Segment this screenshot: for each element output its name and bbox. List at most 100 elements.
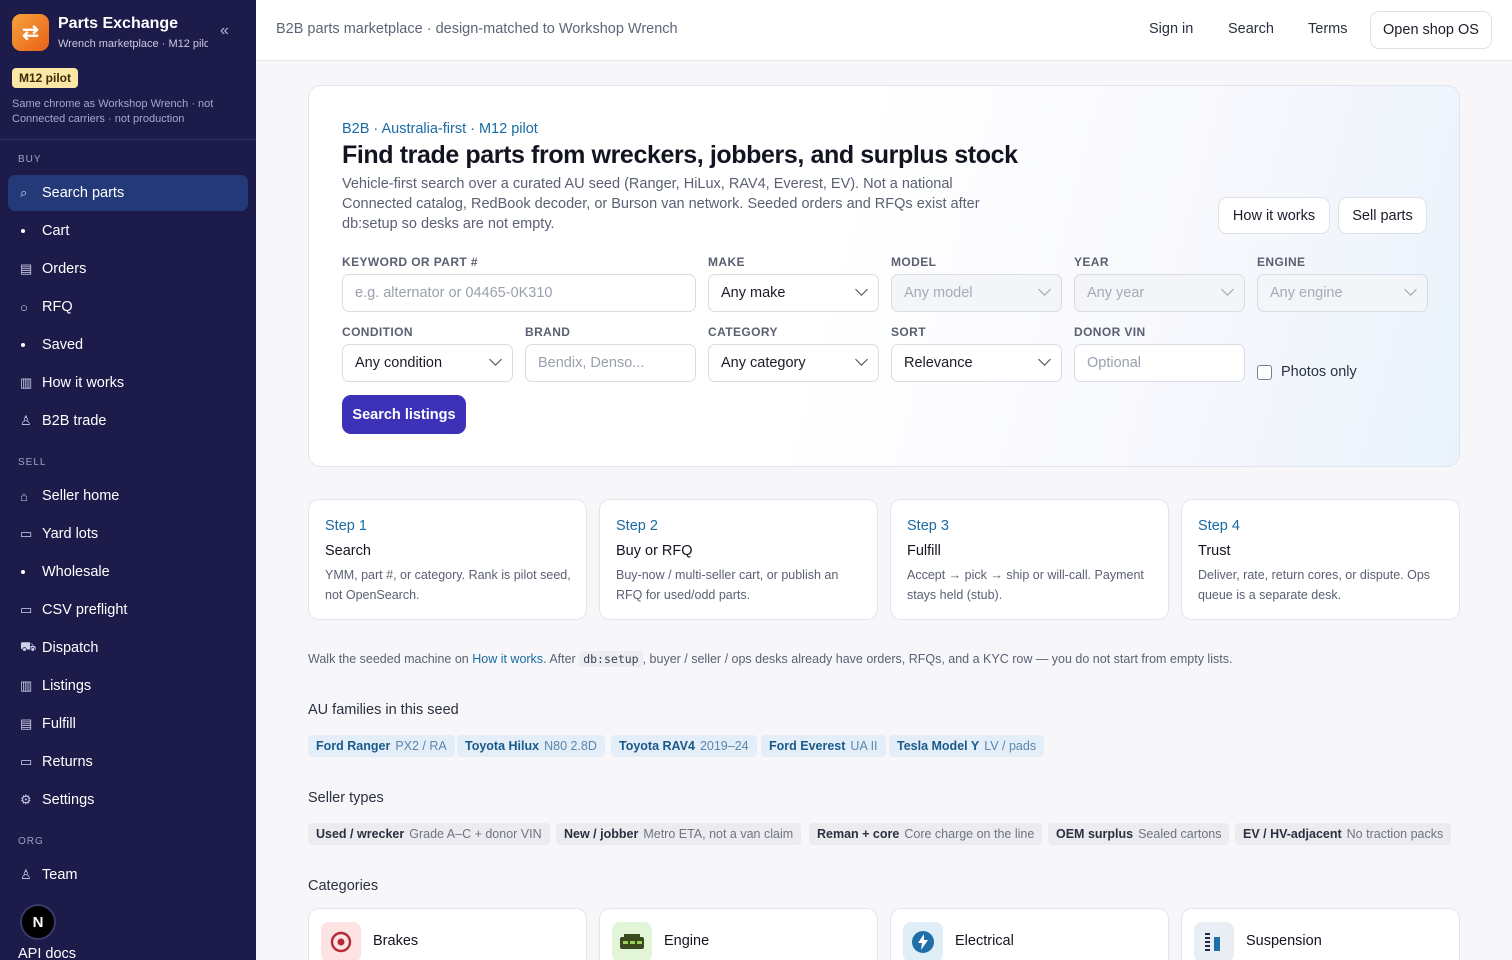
chip-name: Ford Everest: [769, 739, 846, 753]
chip-detail: 2019–24: [699, 739, 749, 753]
sort-label: SORT: [891, 325, 926, 339]
category-select[interactable]: Any category: [708, 344, 879, 382]
sidebar-item-csv-preflight[interactable]: ▭ CSV preflight: [8, 592, 248, 628]
model-select[interactable]: Any model: [891, 274, 1062, 312]
sidebar-item-settings[interactable]: ⚙ Settings: [8, 782, 248, 818]
make-select[interactable]: Any make: [708, 274, 879, 312]
category-card-brakes[interactable]: Brakes: [308, 908, 587, 960]
sidebar-item-label: Settings: [42, 792, 95, 808]
sell-parts-button[interactable]: Sell parts: [1338, 197, 1427, 234]
search-icon: ⌕: [20, 185, 28, 200]
brand-title: Parts Exchange: [58, 15, 179, 32]
photos-only-label[interactable]: Photos only: [1281, 364, 1357, 380]
chip-name: EV / HV-adjacent: [1243, 827, 1342, 841]
donor-vin-label: DONOR VIN: [1074, 325, 1146, 339]
how-it-works-button[interactable]: How it works: [1218, 197, 1330, 234]
step-description: Buy-now / multi-seller cart, or publish …: [616, 568, 839, 602]
chip-name: Reman + core: [817, 827, 900, 841]
avatar[interactable]: N: [20, 904, 56, 940]
family-chip[interactable]: Tesla Model Y LV / pads: [889, 735, 1045, 757]
chip-detail: Metro ETA, not a van claim: [643, 827, 794, 841]
step-number: Step 1: [325, 518, 367, 534]
sidebar-item-label: Listings: [42, 678, 92, 694]
chevron-down-icon: [1404, 283, 1417, 296]
dot-icon: [20, 570, 42, 574]
hero-eyebrow: B2B · Australia-first · M12 pilot: [342, 121, 538, 137]
category-card-engine[interactable]: Engine: [599, 908, 878, 960]
sidebar-item-wholesale[interactable]: Wholesale: [8, 554, 248, 590]
chip-detail: N80 2.8D: [544, 739, 597, 753]
sidebar-item-label: Orders: [42, 261, 87, 277]
sidebar-item-label: RFQ: [42, 299, 73, 315]
pilot-badge: M12 pilot: [12, 68, 79, 88]
condition-select[interactable]: Any condition: [342, 344, 513, 382]
condition-label: CONDITION: [342, 325, 413, 339]
category-label: CATEGORY: [708, 325, 778, 339]
seller-type-chip: Reman + core Core charge on the line: [809, 823, 1043, 845]
engine-select[interactable]: Any engine: [1257, 274, 1428, 312]
chip-name: Toyota Hilux: [465, 739, 540, 753]
sidebar-item-rfq[interactable]: ○ RFQ: [8, 289, 248, 325]
category-card-suspension[interactable]: Suspension: [1181, 908, 1460, 960]
condition-value: Any condition: [355, 355, 443, 371]
exchange-logo-icon: ⇄: [12, 14, 49, 51]
family-chip[interactable]: Ford Ranger PX2 / RA: [308, 735, 455, 757]
sidebar-item-label: Dispatch: [42, 640, 99, 656]
sort-value: Relevance: [904, 355, 973, 371]
category-name: Brakes: [373, 933, 419, 949]
sidebar-item-dispatch[interactable]: ⛟ Dispatch: [8, 630, 248, 666]
sidebar-item-orders[interactable]: ▤ Orders: [8, 251, 248, 287]
how-it-works-link[interactable]: How it works: [472, 652, 543, 666]
family-chip[interactable]: Ford Everest UA II: [761, 735, 886, 757]
section-label-sell: SELL: [18, 457, 47, 468]
sidebar-item-cart[interactable]: Cart: [8, 213, 248, 249]
step-title: Search: [325, 543, 371, 559]
step-card: Step 2 Buy or RFQ Buy-now / multi-seller…: [599, 499, 878, 620]
step-description: Deliver, rate, return cores, or dispute.…: [1198, 568, 1431, 602]
donor-vin-input[interactable]: Optional: [1074, 344, 1245, 382]
sort-select[interactable]: Relevance: [891, 344, 1062, 382]
family-chip[interactable]: Toyota RAV4 2019–24: [611, 735, 757, 757]
brand[interactable]: ⇄ Parts Exchange Wrench marketplace · M1…: [12, 14, 208, 52]
search-hero: B2B · Australia-first · M12 pilot Find t…: [308, 85, 1460, 467]
step-number: Step 3: [907, 518, 949, 534]
sidebar-item-api-docs[interactable]: API docs: [18, 946, 76, 960]
collapse-sidebar-icon[interactable]: «: [220, 22, 229, 40]
sidebar-item-label: Cart: [42, 223, 70, 239]
chevron-down-icon: [1038, 353, 1051, 366]
sidebar-item-how-it-works[interactable]: ▥ How it works: [8, 365, 248, 401]
sidebar-item-label: CSV preflight: [42, 602, 128, 618]
lightning-icon: [903, 922, 943, 960]
sidebar-item-fulfill[interactable]: ▤ Fulfill: [8, 706, 248, 742]
sidebar-item-seller-home[interactable]: ⌂ Seller home: [8, 478, 248, 514]
search-listings-button[interactable]: Search listings: [342, 395, 466, 434]
sidebar-item-returns[interactable]: ▭ Returns: [8, 744, 248, 780]
step-number: Step 4: [1198, 518, 1240, 534]
search-link[interactable]: Search: [1228, 21, 1274, 37]
chip-detail: LV / pads: [984, 739, 1037, 753]
year-label: YEAR: [1074, 255, 1109, 269]
category-card-electrical[interactable]: Electrical: [890, 908, 1169, 960]
brake-disc-icon: [321, 922, 361, 960]
sign-in-link[interactable]: Sign in: [1149, 21, 1193, 37]
make-label: MAKE: [708, 255, 745, 269]
category-value: Any category: [721, 355, 806, 371]
family-chip[interactable]: Toyota Hilux N80 2.8D: [457, 735, 605, 757]
sidebar-item-listings[interactable]: ▥ Listings: [8, 668, 248, 704]
keyword-input[interactable]: e.g. alternator or 04465-0K310: [342, 274, 696, 312]
chip-name: Tesla Model Y: [897, 739, 980, 753]
sidebar-item-saved[interactable]: Saved: [8, 327, 248, 363]
brand-input[interactable]: Bendix, Denso...: [525, 344, 696, 382]
terms-link[interactable]: Terms: [1308, 21, 1347, 37]
home-icon: ⌂: [20, 488, 28, 504]
chevron-down-icon: [1038, 283, 1051, 296]
step-title: Trust: [1198, 543, 1231, 559]
year-select[interactable]: Any year: [1074, 274, 1245, 312]
sidebar-item-team[interactable]: ♙ Team: [8, 857, 248, 893]
sidebar-item-yard-lots[interactable]: ▭ Yard lots: [8, 516, 248, 552]
topbar-title: B2B parts marketplace · design-matched t…: [276, 21, 678, 37]
sidebar-item-b2b-trade[interactable]: ♙ B2B trade: [8, 403, 248, 439]
photos-only-checkbox[interactable]: [1257, 365, 1272, 380]
open-shop-os-button[interactable]: Open shop OS: [1370, 11, 1492, 49]
sidebar-item-search-parts[interactable]: ⌕ Search parts: [8, 175, 248, 211]
